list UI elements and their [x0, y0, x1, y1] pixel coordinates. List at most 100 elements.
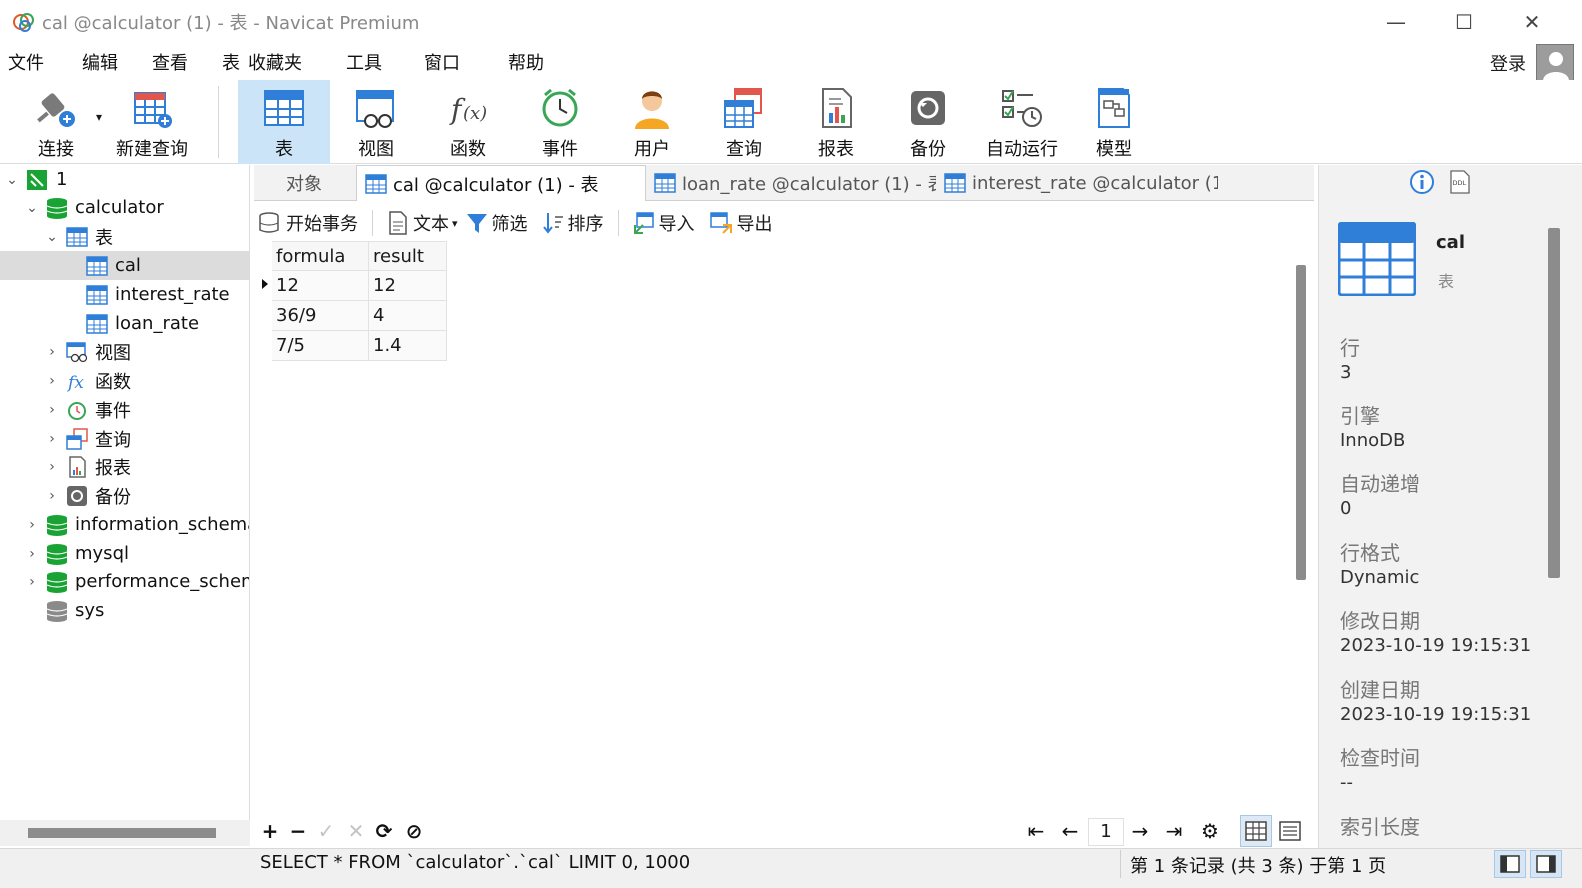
chevron-right-icon[interactable]: › — [24, 574, 40, 590]
previous-page-button[interactable]: ← — [1056, 815, 1084, 847]
import-button[interactable]: 导入 — [631, 210, 695, 236]
chevron-right-icon[interactable]: › — [44, 431, 60, 447]
tree-horizontal-scrollbar[interactable] — [0, 820, 250, 846]
connect-button[interactable]: 连接 — [24, 80, 88, 164]
column-header-formula[interactable]: formula — [271, 241, 369, 271]
tree-tables-group[interactable]: ⌄ 表 — [0, 222, 249, 251]
user-button[interactable]: 用户 — [620, 80, 684, 164]
function-button[interactable]: f (x) 函数 — [436, 80, 500, 164]
tree-group-functions[interactable]: › fx 函数 — [0, 366, 249, 395]
chevron-right-icon[interactable]: › — [24, 546, 40, 562]
form-view-button[interactable] — [1274, 815, 1306, 847]
model-label: 模型 — [1096, 139, 1132, 160]
menu-favorites[interactable]: 收藏夹 — [238, 49, 312, 75]
table-cell[interactable]: 12 — [368, 270, 447, 301]
chevron-down-icon[interactable]: ⌄ — [24, 200, 40, 216]
export-button[interactable]: 导出 — [709, 210, 773, 236]
sort-button[interactable]: 排序 — [542, 210, 604, 236]
backup-button[interactable]: 备份 — [896, 80, 960, 164]
maximize-button[interactable]: ☐ — [1430, 0, 1498, 44]
table-cell[interactable]: 4 — [368, 300, 447, 331]
grid-vertical-scrollbar[interactable] — [1296, 265, 1306, 580]
chevron-right-icon[interactable]: › — [44, 488, 60, 504]
view-button[interactable]: 视图 — [344, 80, 408, 164]
automation-button[interactable]: 自动运行 — [980, 80, 1064, 164]
avatar[interactable] — [1536, 44, 1574, 82]
grid-view-button[interactable] — [1240, 815, 1272, 847]
login-link[interactable]: 登录 — [1490, 50, 1526, 76]
tree-database-information-schema[interactable]: › information_schema — [0, 510, 249, 539]
tree-table-cal[interactable]: cal — [0, 251, 249, 280]
query-button[interactable]: 查询 — [712, 80, 776, 164]
delete-record-button[interactable]: − — [284, 815, 312, 847]
first-page-button[interactable]: ⇤ — [1022, 815, 1050, 847]
event-button[interactable]: 事件 — [528, 80, 592, 164]
chevron-down-icon[interactable]: ⌄ — [4, 172, 20, 188]
info-button[interactable] — [1408, 168, 1436, 196]
stop-button[interactable]: ⊘ — [400, 815, 428, 847]
table-cell[interactable]: 7/5 — [271, 330, 369, 361]
table-row[interactable]: 36/9 4 — [256, 300, 447, 331]
tree-group-reports[interactable]: › 报表 — [0, 452, 249, 481]
connect-dropdown-icon[interactable]: ▾ — [96, 110, 102, 124]
tree-table-loan-rate[interactable]: loan_rate — [0, 309, 249, 338]
settings-gear-icon[interactable]: ⚙ — [1196, 815, 1224, 847]
text-view-button[interactable]: 文本 ▾ — [387, 210, 458, 236]
close-button[interactable]: ✕ — [1498, 0, 1566, 44]
tree-database-sys[interactable]: sys — [0, 596, 249, 625]
info-panel-scrollbar[interactable] — [1548, 228, 1560, 578]
begin-transaction-button[interactable]: 开始事务 — [258, 210, 358, 236]
tab-loan-rate[interactable]: loan_rate @calculator (1) - 表 — [646, 165, 936, 201]
tab-cal[interactable]: cal @calculator (1) - 表 — [356, 165, 646, 201]
filter-button[interactable]: 筛选 — [466, 210, 528, 236]
chevron-right-icon[interactable]: › — [44, 344, 60, 360]
menu-edit[interactable]: 编辑 — [72, 49, 128, 75]
ddl-text: DDL — [1453, 179, 1467, 187]
table-cell[interactable]: 36/9 — [271, 300, 369, 331]
tree-database-performance-schema[interactable]: › performance_schema — [0, 567, 249, 596]
menu-help[interactable]: 帮助 — [498, 49, 554, 75]
table-cell[interactable]: 1.4 — [368, 330, 447, 361]
chevron-right-icon[interactable]: › — [44, 459, 60, 475]
model-button[interactable]: 模型 — [1082, 80, 1146, 164]
table-header-row: formula result — [256, 241, 447, 271]
page-number-input[interactable]: 1 — [1088, 818, 1124, 846]
next-page-button[interactable]: → — [1126, 815, 1154, 847]
tree-database-mysql[interactable]: › mysql — [0, 539, 249, 568]
table-row[interactable]: 7/5 1.4 — [256, 330, 447, 361]
column-header-result[interactable]: result — [368, 241, 447, 271]
chevron-right-icon[interactable]: › — [24, 517, 40, 533]
tree-group-views[interactable]: › 视图 — [0, 337, 249, 366]
table-button[interactable]: 表 — [238, 80, 330, 164]
new-query-button[interactable]: 新建查询 — [112, 80, 192, 164]
tree-connection[interactable]: ⌄ 1 — [0, 165, 249, 194]
tree-group-events[interactable]: › 事件 — [0, 395, 249, 424]
tree-database-calculator[interactable]: ⌄ calculator — [0, 193, 249, 222]
apply-changes-button[interactable]: ✓ — [312, 815, 340, 847]
toggle-left-panel-button[interactable] — [1494, 850, 1526, 878]
refresh-button[interactable]: ⟳ — [370, 815, 398, 847]
tree-group-queries[interactable]: › 查询 — [0, 424, 249, 453]
menu-file[interactable]: 文件 — [0, 49, 54, 75]
minimize-button[interactable]: — — [1362, 0, 1430, 44]
toggle-right-panel-button[interactable] — [1530, 850, 1562, 878]
menu-window[interactable]: 窗口 — [414, 49, 470, 75]
property-label-auto-increment: 自动递增 — [1340, 472, 1420, 496]
menu-view[interactable]: 查看 — [142, 49, 198, 75]
ddl-button[interactable]: DDL — [1446, 168, 1474, 196]
tab-interest-rate[interactable]: interest_rate @calculator (1... — [936, 165, 1218, 201]
report-button[interactable]: 报表 — [804, 80, 868, 164]
tab-objects[interactable]: 对象 — [254, 165, 354, 201]
tree-table-interest-rate[interactable]: interest_rate — [0, 280, 249, 309]
chevron-right-icon[interactable]: › — [44, 373, 60, 389]
last-page-button[interactable]: ⇥ — [1160, 815, 1188, 847]
tree-group-backups[interactable]: › 备份 — [0, 481, 249, 510]
menu-tools[interactable]: 工具 — [336, 49, 392, 75]
chevron-down-icon[interactable]: ⌄ — [44, 229, 60, 245]
discard-changes-button[interactable]: ✕ — [342, 815, 370, 847]
chevron-right-icon[interactable]: › — [44, 402, 60, 418]
add-record-button[interactable]: + — [256, 815, 284, 847]
table-cell[interactable]: 12 — [271, 270, 369, 301]
table-row[interactable]: 12 12 — [256, 270, 447, 301]
scrollbar-thumb[interactable] — [28, 828, 216, 838]
